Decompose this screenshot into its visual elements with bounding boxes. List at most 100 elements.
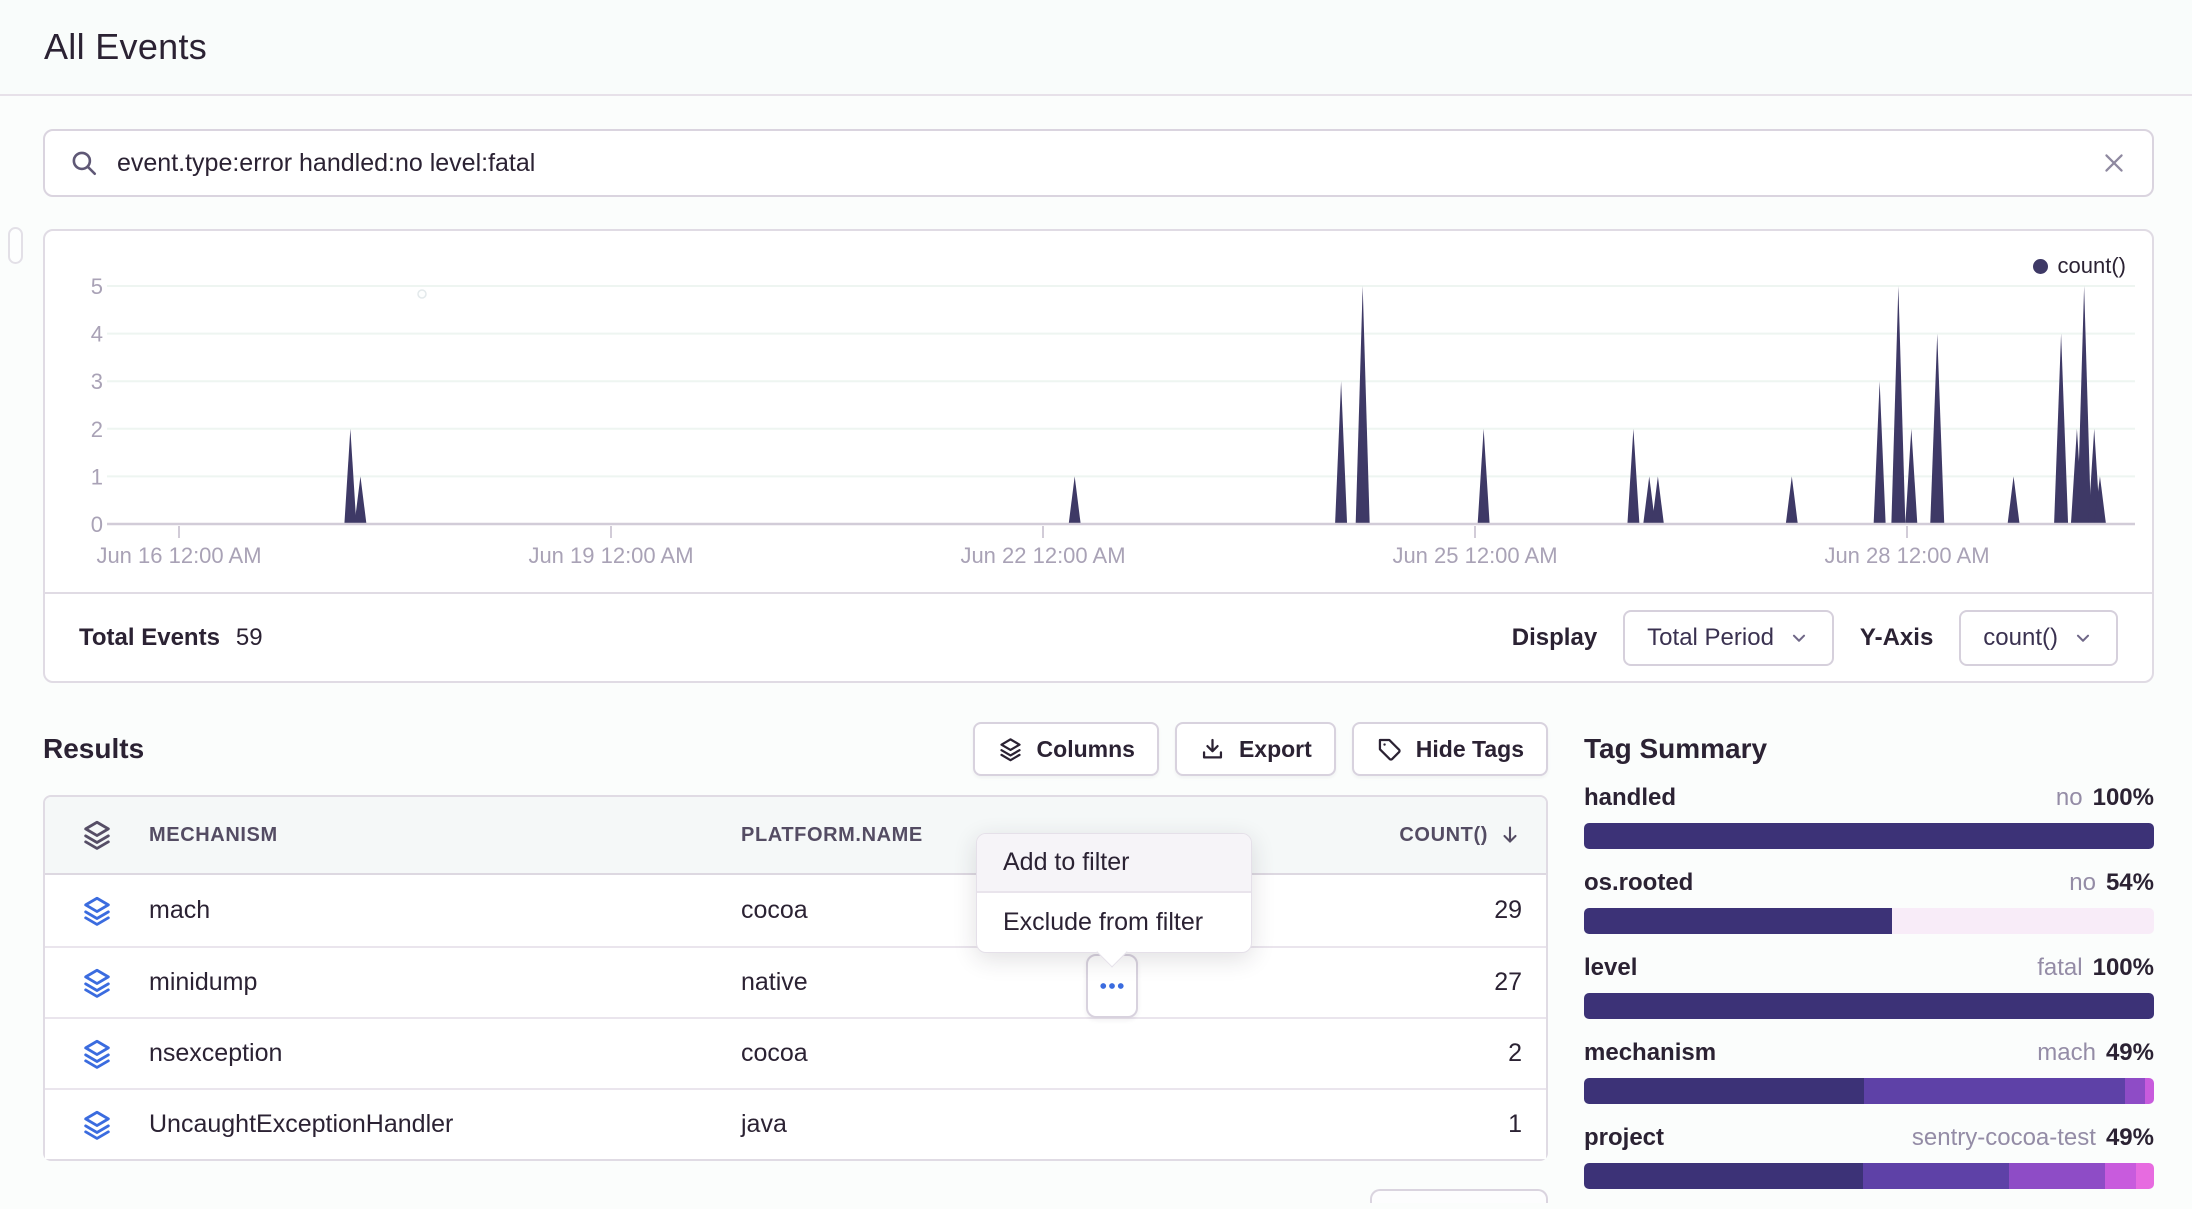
svg-text:0: 0 [91,512,103,537]
tag-summary-heading: Tag Summary [1584,722,2154,776]
tag-bar-segment [1863,1163,2009,1189]
tag-bar-segment [1864,1078,2125,1104]
pagination-control-cutoff[interactable] [1370,1189,1548,1203]
display-dropdown[interactable]: Total Period [1623,610,1834,666]
hide-tags-button[interactable]: Hide Tags [1352,722,1548,776]
tag-distribution-bar[interactable] [1584,823,2154,849]
ellipsis-icon [1097,971,1127,1001]
legend-label: count() [2058,253,2126,279]
table-row[interactable]: nsexception cocoa 2 [45,1017,1546,1088]
tag-bar-segment [2125,1078,2144,1104]
chevron-down-icon [2072,627,2094,649]
tag-item-os-rooted: os.rooted no 54% [1584,869,2154,934]
tag-name: os.rooted [1584,869,1693,897]
cell-mechanism: minidump [149,968,741,997]
chevron-down-icon [1788,627,1810,649]
layers-icon [997,736,1024,763]
tag-top-value: no [2056,784,2083,812]
cell-mechanism: nsexception [149,1039,741,1068]
table-row[interactable]: mach cocoa 29 [45,875,1546,946]
tag-percent: 49% [2106,1124,2154,1152]
column-header-mechanism[interactable]: MECHANISM [149,824,741,847]
table-row[interactable]: minidump native 27 [45,946,1546,1017]
tag-distribution-bar[interactable] [1584,908,2154,934]
columns-button-label: Columns [1037,736,1135,763]
page-body: 012345Jun 16 12:00 AMJun 19 12:00 AMJun … [0,129,2192,1209]
tag-distribution-bar[interactable] [1584,1078,2154,1104]
yaxis-label: Y-Axis [1860,624,1933,652]
svg-text:4: 4 [91,322,103,347]
cell-platform: java [741,1110,1226,1139]
tag-summary-section: Tag Summary handled no 100% os.rooted no… [1584,722,2154,1209]
tag-name: project [1584,1124,1664,1152]
legend-dot [2033,259,2048,274]
tag-percent: 49% [2106,1039,2154,1067]
clear-search-icon[interactable] [2100,149,2128,177]
tag-bar-segment [1584,823,2154,849]
svg-text:Jun 25 12:00 AM: Jun 25 12:00 AM [1392,543,1557,568]
cell-platform: cocoa [741,1039,1226,1068]
cell-actions-menu: Add to filter Exclude from filter [976,833,1252,953]
svg-text:3: 3 [91,369,103,394]
chart-legend[interactable]: count() [2033,253,2126,279]
cell-count: 1 [1508,1110,1546,1139]
tag-bar-segment [1584,908,1892,934]
svg-text:Jun 28 12:00 AM: Jun 28 12:00 AM [1824,543,1989,568]
table-row[interactable]: UncaughtExceptionHandler java 1 [45,1088,1546,1159]
layers-icon [80,1037,114,1071]
results-heading: Results [43,733,144,765]
tag-bar-segment [1892,908,2154,934]
tag-item-mechanism: mechanism mach 49% [1584,1039,2154,1104]
display-dropdown-value: Total Period [1647,624,1774,652]
search-input[interactable] [117,149,2082,178]
total-events-value: 59 [236,624,263,652]
sort-descending-arrow-icon [1498,823,1522,847]
tag-name: handled [1584,784,1676,812]
results-table: MECHANISM PLATFORM.NAME COUNT() mach coc… [43,795,1548,1161]
chart-footer: Total Events 59 Display Total Period Y-A… [45,592,2152,681]
tag-item-project: project sentry-cocoa-test 49% [1584,1124,2154,1189]
cell-count: 2 [1508,1039,1546,1068]
tag-bar-segment [2009,1163,2105,1189]
tag-name: level [1584,954,1637,982]
events-chart: 012345Jun 16 12:00 AMJun 19 12:00 AMJun … [45,231,2152,592]
tag-name: mechanism [1584,1039,1716,1067]
svg-text:Jun 22 12:00 AM: Jun 22 12:00 AM [960,543,1125,568]
tag-top-value: no [2069,869,2096,897]
search-bar [43,129,2154,197]
hide-tags-button-label: Hide Tags [1416,736,1524,763]
layers-icon [80,1108,114,1142]
download-icon [1199,736,1226,763]
layers-icon [80,894,114,928]
page-title: All Events [44,26,207,68]
cell-mechanism: mach [149,896,741,925]
scroll-handle-artifact [8,227,23,264]
display-label: Display [1512,624,1597,652]
svg-text:Jun 19 12:00 AM: Jun 19 12:00 AM [528,543,693,568]
columns-button[interactable]: Columns [973,722,1159,776]
tag-top-value: mach [2037,1039,2096,1067]
export-button[interactable]: Export [1175,722,1336,776]
tag-bar-segment [2145,1078,2154,1104]
menu-item-add-to-filter[interactable]: Add to filter [977,834,1251,893]
export-button-label: Export [1239,736,1312,763]
yaxis-dropdown-value: count() [1983,624,2058,652]
tag-distribution-bar[interactable] [1584,1163,2154,1189]
app-header: All Events [0,0,2192,96]
tag-bar-segment [2105,1163,2136,1189]
tag-item-level: level fatal 100% [1584,954,2154,1019]
svg-text:1: 1 [91,464,103,489]
yaxis-dropdown[interactable]: count() [1959,610,2118,666]
tag-icon [1376,736,1403,763]
tag-bar-segment [1584,1078,1864,1104]
table-header-row: MECHANISM PLATFORM.NAME COUNT() [45,797,1546,875]
tag-bar-segment [2136,1163,2154,1189]
tag-distribution-bar[interactable] [1584,993,2154,1019]
tag-bar-segment [1584,993,2154,1019]
svg-text:2: 2 [91,417,103,442]
column-header-count[interactable]: COUNT() [1399,823,1546,847]
tag-top-value: fatal [2037,954,2082,982]
layers-icon [80,966,114,1000]
cell-count: 27 [1494,968,1546,997]
cell-mechanism: UncaughtExceptionHandler [149,1110,741,1139]
